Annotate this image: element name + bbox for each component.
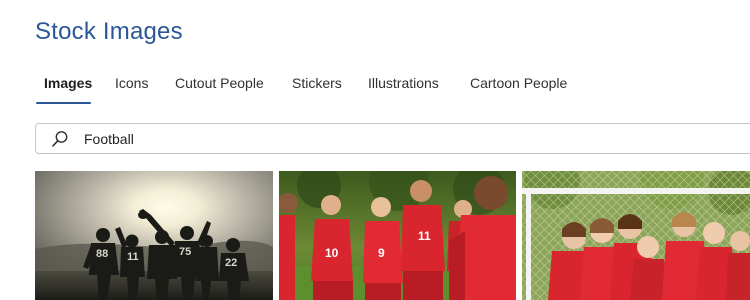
active-tab-indicator <box>36 102 91 104</box>
girls-soccer-team-photo <box>522 171 750 300</box>
tab-cutout-people[interactable]: Cutout People <box>175 75 264 91</box>
tab-stickers[interactable]: Stickers <box>292 75 342 91</box>
image-result-silhouette-team[interactable]: 88 11 75 22 <box>35 171 273 300</box>
image-result-red-team-huddle[interactable]: 10 9 11 <box>279 171 516 300</box>
tab-icons[interactable]: Icons <box>115 75 148 91</box>
category-tabs: Images Icons Cutout People Stickers Illu… <box>0 70 750 106</box>
search-icon <box>52 131 68 147</box>
tab-illustrations[interactable]: Illustrations <box>368 75 439 91</box>
jersey-number: 75 <box>179 246 191 258</box>
jersey-number: 88 <box>96 248 108 260</box>
search-box[interactable] <box>35 123 750 154</box>
jersey-number: 22 <box>225 257 237 269</box>
tab-cartoon-people[interactable]: Cartoon People <box>470 75 567 91</box>
page-title: Stock Images <box>35 18 183 45</box>
football-team-silhouette-photo: 88 11 75 22 <box>35 171 273 300</box>
jersey-number: 9 <box>378 246 385 260</box>
jersey-number: 11 <box>127 251 139 263</box>
jersey-number: 11 <box>418 229 431 243</box>
tab-images[interactable]: Images <box>44 75 92 91</box>
search-input[interactable] <box>84 128 684 149</box>
red-team-huddle-photo: 10 9 11 <box>279 171 516 300</box>
jersey-number: 10 <box>325 246 339 260</box>
image-result-girls-at-goal[interactable] <box>522 171 750 300</box>
